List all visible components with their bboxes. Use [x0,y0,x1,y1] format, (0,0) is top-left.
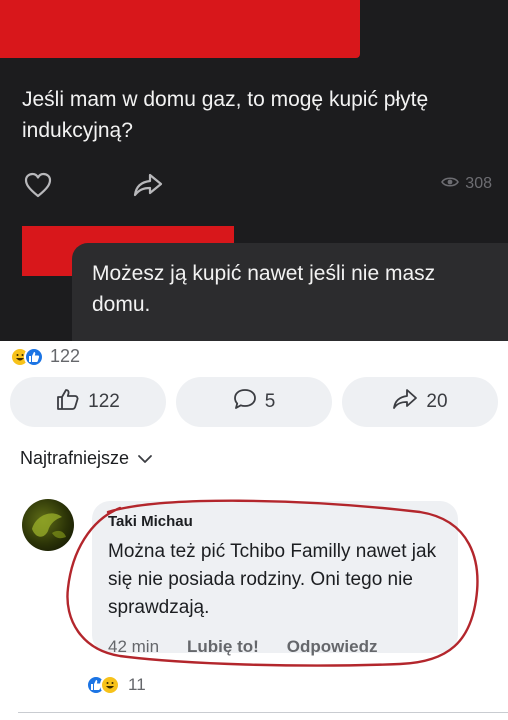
comment-reaction-count: 11 [128,675,146,694]
like-count: 122 [88,391,120,412]
light-comments-section: 122 122 5 20 Najtrafniejsze Taki Michau … [0,341,508,720]
comment-icon [233,388,257,416]
avatar[interactable] [22,499,74,551]
reaction-count: 122 [50,346,81,366]
comment-reply-button[interactable]: Odpowiedz [287,637,378,657]
comment-button[interactable]: 5 [176,377,332,427]
share-icon[interactable] [132,170,164,200]
comment-text: Można też pić Tchibo Familly nawet jak s… [108,541,437,618]
views-counter: 308 [441,175,492,193]
comment-like-button[interactable]: Lubię to! [187,637,259,657]
post-buttons-row: 122 5 20 [10,377,498,427]
sort-dropdown[interactable]: Najtrafniejsze [20,448,153,469]
reply-text: Możesz ją kupić nawet jeśli nie masz dom… [92,262,436,316]
reaction-summary[interactable]: 122 [10,346,80,367]
reply-bubble: Możesz ją kupić nawet jeśli nie masz dom… [72,243,508,341]
chevron-down-icon [137,448,153,469]
like-reaction-icon [24,346,44,367]
post-actions-row: 308 [22,170,492,200]
sort-label: Najtrafniejsze [20,448,130,468]
share-icon [392,388,418,416]
like-button[interactable]: 122 [10,377,166,427]
eye-icon [441,175,460,193]
next-comment-divider [18,712,508,720]
comment-reactions[interactable]: 11 [86,675,146,695]
comment-meta-row: 42 min Lubię to! Odpowiedz [108,637,438,657]
views-count: 308 [465,175,492,192]
post-question-text: Jeśli mam w domu gaz, to mogę kupić płyt… [22,88,429,142]
share-count: 20 [426,391,448,412]
comment-author[interactable]: Taki Michau [108,513,442,530]
heart-icon[interactable] [22,170,54,200]
comment-time[interactable]: 42 min [108,637,159,657]
comment-bubble: Taki Michau Można też pić Tchibo Familly… [92,501,458,653]
comment-count: 5 [264,391,276,412]
haha-reaction-icon [100,675,120,695]
share-button[interactable]: 20 [342,377,498,427]
like-icon [56,388,80,416]
dark-post-section: Jeśli mam w domu gaz, to mogę kupić płyt… [0,0,508,341]
redacted-author-block [0,0,360,58]
